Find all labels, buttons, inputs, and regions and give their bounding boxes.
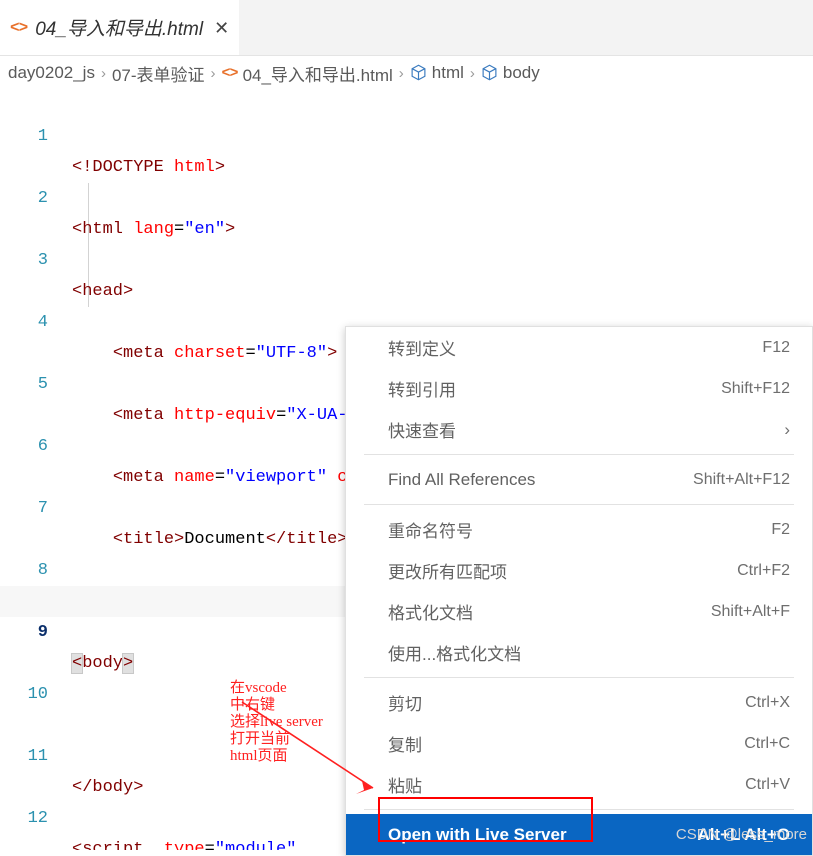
close-icon[interactable]: ✕ <box>214 19 229 37</box>
menu-item-label: 更改所有匹配项 <box>388 558 737 583</box>
menu-item-shortcut: Shift+Alt+F <box>711 603 790 621</box>
menu-item-peek[interactable]: 快速查看 › <box>346 409 812 450</box>
annotation-text: 在vscode 中右键 选择live server 打开当前 html页面 <box>230 680 323 765</box>
line-number: 1 <box>0 121 48 152</box>
line-number: 9 <box>0 617 48 648</box>
menu-item-format-document-with[interactable]: 使用...格式化文档 <box>346 632 812 673</box>
breadcrumb-separator: › <box>399 65 404 82</box>
line-number: 6 <box>0 431 48 462</box>
menu-item-paste[interactable]: 粘贴 Ctrl+V <box>346 764 812 805</box>
menu-item-find-all-references[interactable]: Find All References Shift+Alt+F12 <box>346 459 812 500</box>
line-number: 7 <box>0 493 48 524</box>
menu-item-shortcut: Ctrl+X <box>745 694 790 712</box>
code-line: 3 <head> <box>0 214 813 245</box>
line-number: 3 <box>0 245 48 276</box>
symbol-cube-icon <box>410 63 427 83</box>
annotation-line: html页面 <box>230 748 323 765</box>
menu-item-label: 格式化文档 <box>388 599 711 624</box>
annotation-line: 选择live server <box>230 714 323 731</box>
breadcrumb-item-html[interactable]: html <box>432 63 464 83</box>
menu-item-label: 转到引用 <box>388 376 721 401</box>
menu-item-go-to-references[interactable]: 转到引用 Shift+F12 <box>346 368 812 409</box>
menu-item-label: 剪切 <box>388 690 745 715</box>
menu-item-shortcut: Ctrl+F2 <box>737 562 790 580</box>
code-line: 1 <!DOCTYPE html> <box>0 90 813 121</box>
menu-separator <box>364 677 794 678</box>
annotation-line: 在vscode <box>230 680 323 697</box>
line-number: 11 <box>0 741 48 772</box>
breadcrumb-separator: › <box>470 65 475 82</box>
menu-item-label: 粘贴 <box>388 772 745 797</box>
menu-item-shortcut: Shift+F12 <box>721 380 790 398</box>
menu-item-shortcut: F2 <box>771 521 790 539</box>
menu-separator <box>364 809 794 810</box>
menu-item-label: 转到定义 <box>388 335 762 360</box>
line-number: 12 <box>0 803 48 834</box>
breadcrumb-separator: › <box>101 65 106 82</box>
symbol-cube-icon-svg <box>410 64 427 81</box>
menu-item-label: 重命名符号 <box>388 517 771 542</box>
breadcrumb-separator: › <box>211 65 216 82</box>
code-line: 2 <html lang="en"> <box>0 152 813 183</box>
line-number: 8 <box>0 555 48 586</box>
tab-title: 04_导入和导出.html <box>35 14 203 41</box>
editor-tab-bar: <> 04_导入和导出.html ✕ <box>0 0 813 56</box>
annotation-line: 打开当前 <box>230 731 323 748</box>
menu-item-shortcut: Shift+Alt+F12 <box>693 471 790 489</box>
menu-item-label: 快速查看 <box>388 417 784 442</box>
breadcrumb-item-day0202-js[interactable]: day0202_js <box>8 63 95 83</box>
symbol-cube-icon-svg <box>481 64 498 81</box>
annotation-line: 中右键 <box>230 697 323 714</box>
line-number: 10 <box>0 679 48 710</box>
code-line: 4 <meta charset="UTF-8"> <box>0 276 813 307</box>
tab-04-import-export-html[interactable]: <> 04_导入和导出.html ✕ <box>0 0 239 55</box>
menu-separator <box>364 454 794 455</box>
menu-item-label: 复制 <box>388 731 744 756</box>
context-menu[interactable]: 转到定义 F12 转到引用 Shift+F12 快速查看 › Find All … <box>345 326 813 856</box>
menu-item-rename-symbol[interactable]: 重命名符号 F2 <box>346 509 812 550</box>
code-tag-icon: <> <box>10 19 27 37</box>
watermark: CSDN @less_more <box>676 826 807 843</box>
breadcrumb-item-file[interactable]: 04_导入和导出.html <box>243 61 393 86</box>
menu-item-change-all-occurrences[interactable]: 更改所有匹配项 Ctrl+F2 <box>346 550 812 591</box>
line-number: 4 <box>0 307 48 338</box>
menu-item-label: Find All References <box>388 470 693 490</box>
line-number: 2 <box>0 183 48 214</box>
breadcrumb: day0202_js › 07-表单验证 › <> 04_导入和导出.html … <box>0 56 813 90</box>
menu-item-shortcut: F12 <box>762 339 790 357</box>
menu-item-cut[interactable]: 剪切 Ctrl+X <box>346 682 812 723</box>
menu-separator <box>364 504 794 505</box>
menu-item-go-to-definition[interactable]: 转到定义 F12 <box>346 327 812 368</box>
symbol-cube-icon <box>481 63 498 83</box>
menu-item-label: Open with Live Server <box>388 825 697 845</box>
menu-item-shortcut: Ctrl+V <box>745 776 790 794</box>
chevron-right-icon: › <box>784 420 790 440</box>
menu-item-copy[interactable]: 复制 Ctrl+C <box>346 723 812 764</box>
breadcrumb-item-body[interactable]: body <box>503 63 540 83</box>
breadcrumb-item-07-form-validation[interactable]: 07-表单验证 <box>112 61 205 86</box>
menu-item-label: 使用...格式化文档 <box>388 640 790 665</box>
menu-item-shortcut: Ctrl+C <box>744 735 790 753</box>
line-number: 5 <box>0 369 48 400</box>
menu-item-format-document[interactable]: 格式化文档 Shift+Alt+F <box>346 591 812 632</box>
code-tag-icon: <> <box>222 65 238 82</box>
